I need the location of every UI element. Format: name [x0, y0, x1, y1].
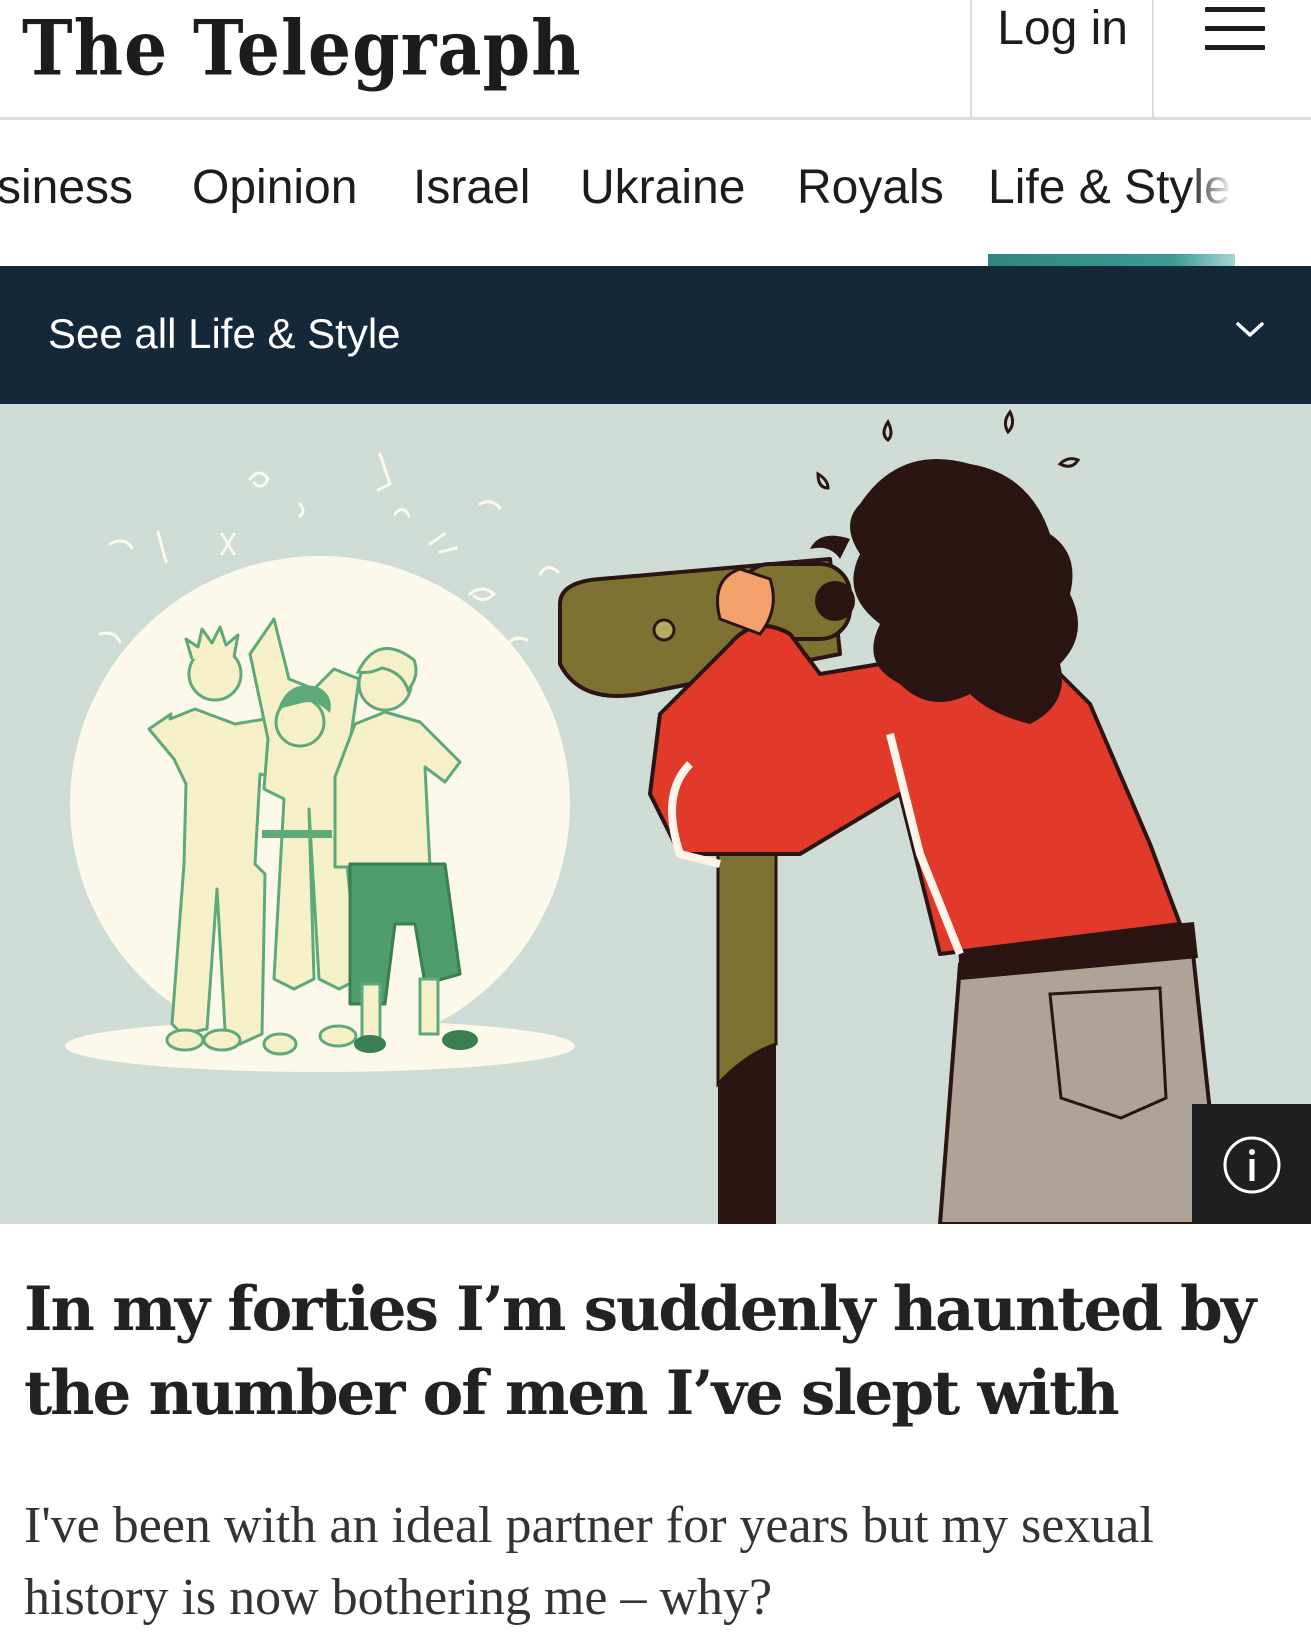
nav-item-opinion[interactable]: Opinion	[192, 160, 357, 215]
site-header: The Telegraph Log in	[0, 0, 1311, 120]
hamburger-menu-icon[interactable]	[1154, 0, 1311, 117]
active-tab-indicator	[988, 254, 1235, 266]
hero-illustration-art	[65, 409, 1224, 1224]
nav-item-ukraine[interactable]: Ukraine	[580, 160, 745, 215]
login-button[interactable]: Log in	[970, 0, 1154, 117]
article-headline: In my forties I’m suddenly haunted by th…	[24, 1274, 1256, 1429]
nav-scroll-fade	[1190, 120, 1311, 254]
login-label: Log in	[997, 2, 1128, 55]
image-info-button[interactable]	[1192, 1104, 1311, 1224]
nav-item-israel[interactable]: Israel	[413, 160, 530, 215]
article-standfirst: I've been with an ideal partner for year…	[24, 1497, 1154, 1626]
telegraph-logo[interactable]: The Telegraph	[22, 0, 582, 103]
menu-bar-bottom	[1205, 45, 1265, 50]
section-subnav[interactable]: See all Life & Style	[0, 266, 1311, 404]
info-icon	[1223, 1136, 1281, 1194]
spotlight-floor	[65, 1020, 575, 1072]
see-all-link[interactable]: See all Life & Style	[48, 309, 401, 359]
hero-illustration	[0, 404, 1311, 1224]
menu-bar-middle	[1205, 26, 1265, 31]
section-nav: siness Opinion Israel Ukraine Royals Lif…	[0, 120, 1311, 266]
nav-item-business[interactable]: siness	[0, 160, 133, 215]
menu-bar-top	[1205, 7, 1265, 12]
nav-item-royals[interactable]: Royals	[797, 160, 944, 215]
chevron-down-icon[interactable]	[1232, 312, 1268, 348]
